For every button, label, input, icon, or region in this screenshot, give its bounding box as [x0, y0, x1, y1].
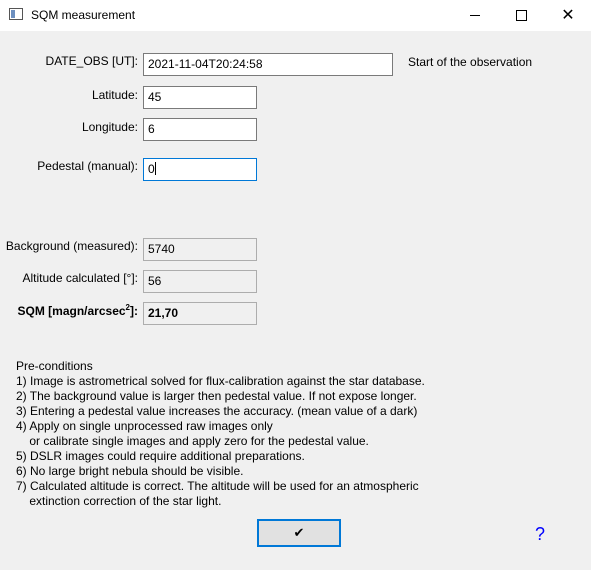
pedestal-input[interactable]: 0 — [143, 158, 257, 181]
latitude-value: 45 — [148, 90, 162, 104]
altitude-output: 56 — [143, 270, 257, 293]
date-obs-input[interactable]: 2021-11-04T20:24:58 — [143, 53, 393, 76]
background-output: 5740 — [143, 238, 257, 261]
checkmark-icon: ✔ — [293, 525, 305, 540]
background-label: Background (measured): — [5, 239, 138, 253]
minimize-icon — [470, 15, 480, 16]
precondition-line: 7) Calculated altitude is correct. The a… — [16, 479, 419, 493]
precondition-line: 1) Image is astrometrical solved for flu… — [16, 374, 425, 388]
maximize-icon — [515, 10, 527, 21]
longitude-value: 6 — [148, 122, 155, 136]
altitude-value: 56 — [148, 274, 162, 288]
date-obs-label: DATE_OBS [UT]: — [45, 54, 138, 68]
precondition-line: 6) No large bright nebula should be visi… — [16, 464, 244, 478]
altitude-label: Altitude calculated [°]: — [22, 271, 138, 285]
minimize-button[interactable] — [452, 0, 498, 31]
longitude-input[interactable]: 6 — [143, 118, 257, 141]
pedestal-label: Pedestal (manual): — [37, 159, 138, 173]
close-icon: ✕ — [561, 6, 575, 24]
precondition-line: 3) Entering a pedestal value increases t… — [16, 404, 418, 418]
ok-button[interactable]: ✔ — [257, 519, 341, 547]
date-obs-value: 2021-11-04T20:24:58 — [148, 57, 263, 71]
date-obs-hint: Start of the observation — [408, 55, 533, 69]
text-caret — [154, 162, 156, 175]
latitude-input[interactable]: 45 — [143, 86, 257, 109]
precondition-line: Pre-conditions — [16, 359, 93, 373]
preconditions-text: Pre-conditions 1) Image is astrometrical… — [16, 359, 425, 509]
precondition-line: or calibrate single images and apply zer… — [16, 434, 369, 448]
longitude-label: Longitude: — [81, 120, 138, 134]
sqm-value: 21,70 — [148, 306, 179, 320]
title-bar: SQM measurement ✕ — [0, 0, 591, 31]
sqm-output: 21,70 — [143, 302, 257, 325]
precondition-line: 4) Apply on single unprocessed raw image… — [16, 419, 273, 433]
window-app-icon — [9, 8, 23, 20]
close-button[interactable]: ✕ — [545, 0, 591, 31]
pedestal-value: 0 — [148, 162, 155, 176]
precondition-line: extinction correction of the star light. — [16, 494, 222, 508]
background-value: 5740 — [148, 242, 175, 256]
sqm-label: SQM [magn/arcsec2]: — [17, 303, 139, 318]
precondition-line: 2) The background value is larger then p… — [16, 389, 417, 403]
precondition-line: 5) DSLR images could require additional … — [16, 449, 305, 463]
window-title: SQM measurement — [31, 8, 136, 22]
maximize-button[interactable] — [498, 0, 544, 31]
latitude-label: Latitude: — [91, 88, 138, 102]
help-link[interactable]: ? — [535, 524, 545, 545]
